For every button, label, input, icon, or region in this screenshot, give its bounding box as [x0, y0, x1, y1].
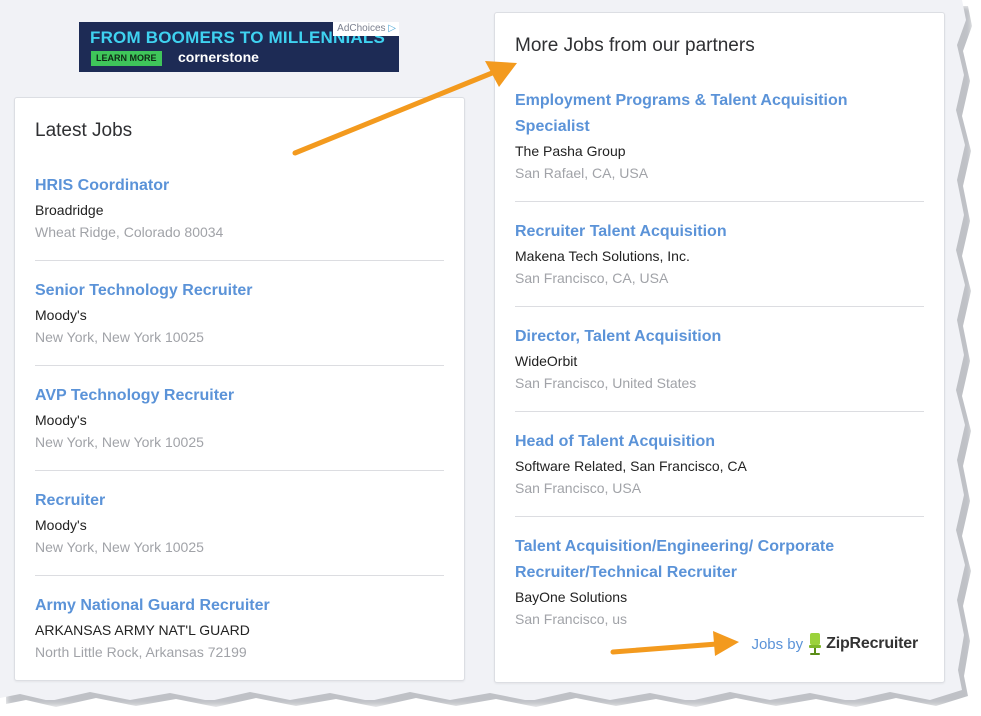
job-location: North Little Rock, Arkansas 72199	[35, 644, 247, 660]
ziprecruiter-chair-icon	[807, 632, 823, 656]
job-company: Makena Tech Solutions, Inc.	[515, 248, 690, 264]
list-item: Talent Acquisition/Engineering/ Corporat…	[515, 534, 924, 647]
list-item: Army National Guard Recruiter ARKANSAS A…	[35, 593, 444, 680]
job-title-link[interactable]: Director, Talent Acquisition	[515, 324, 924, 350]
job-location: San Francisco, United States	[515, 375, 697, 391]
job-location: New York, New York 10025	[35, 434, 204, 450]
partner-jobs-title: More Jobs from our partners	[515, 35, 755, 56]
screenshot-area: FROM BOOMERS TO MILLENNIALS LEARN MORE c…	[0, 0, 966, 700]
adchoices-badge[interactable]: AdChoices ▷	[333, 22, 399, 36]
list-item: Director, Talent Acquisition WideOrbit S…	[515, 324, 924, 412]
job-location: San Francisco, USA	[515, 480, 642, 496]
ziprecruiter-attribution-link[interactable]: Jobs by ZipRecruiter	[751, 632, 918, 656]
job-company: BayOne Solutions	[515, 589, 628, 605]
job-company: Broadridge	[35, 202, 104, 218]
job-location: New York, New York 10025	[35, 539, 204, 555]
adchoices-label: AdChoices	[337, 23, 386, 34]
job-title-link[interactable]: AVP Technology Recruiter	[35, 383, 444, 409]
jobs-by-label: Jobs by	[751, 635, 804, 653]
job-title-link[interactable]: HRIS Coordinator	[35, 173, 444, 199]
list-item: Head of Talent Acquisition Software Rela…	[515, 429, 924, 517]
job-title-link[interactable]: Recruiter Talent Acquisition	[515, 219, 924, 245]
job-location: San Rafael, CA, USA	[515, 165, 649, 181]
job-title-link[interactable]: Head of Talent Acquisition	[515, 429, 924, 455]
latest-jobs-title: Latest Jobs	[35, 120, 133, 141]
job-title-link[interactable]: Talent Acquisition/Engineering/ Corporat…	[515, 534, 924, 586]
partner-jobs-list: Employment Programs & Talent Acquisition…	[515, 88, 924, 664]
job-title-link[interactable]: Recruiter	[35, 488, 444, 514]
job-company: Software Related, San Francisco, CA	[515, 458, 747, 474]
job-company: ARKANSAS ARMY NAT'L GUARD	[35, 622, 250, 638]
job-company: Moody's	[35, 517, 87, 533]
adchoices-icon: ▷	[388, 23, 396, 34]
job-location: San Francisco, CA, USA	[515, 270, 669, 286]
job-location: San Francisco, us	[515, 611, 628, 627]
ziprecruiter-logo-text: ZipRecruiter	[826, 635, 918, 652]
ad-brand-logo: cornerstone	[178, 49, 259, 65]
job-location: Wheat Ridge, Colorado 80034	[35, 224, 224, 240]
list-item: Recruiter Talent Acquisition Makena Tech…	[515, 219, 924, 307]
latest-jobs-list: HRIS Coordinator Broadridge Wheat Ridge,…	[35, 173, 444, 697]
list-item: AVP Technology Recruiter Moody's New Yor…	[35, 383, 444, 471]
job-title-link[interactable]: Army National Guard Recruiter	[35, 593, 444, 619]
list-item: Employment Programs & Talent Acquisition…	[515, 88, 924, 202]
list-item: HRIS Coordinator Broadridge Wheat Ridge,…	[35, 173, 444, 261]
job-company: WideOrbit	[515, 353, 578, 369]
latest-jobs-panel: Latest Jobs HRIS Coordinator Broadridge …	[14, 97, 465, 681]
ad-banner[interactable]: FROM BOOMERS TO MILLENNIALS LEARN MORE c…	[79, 22, 399, 72]
job-title-link[interactable]: Employment Programs & Talent Acquisition…	[515, 88, 924, 140]
list-item: Senior Technology Recruiter Moody's New …	[35, 278, 444, 366]
job-location: New York, New York 10025	[35, 329, 204, 345]
job-company: Moody's	[35, 307, 87, 323]
list-item: Recruiter Moody's New York, New York 100…	[35, 488, 444, 576]
ad-learn-more-button[interactable]: LEARN MORE	[91, 51, 162, 66]
job-company: The Pasha Group	[515, 143, 626, 159]
job-company: Moody's	[35, 412, 87, 428]
partner-jobs-panel: More Jobs from our partners Employment P…	[494, 12, 945, 683]
job-title-link[interactable]: Senior Technology Recruiter	[35, 278, 444, 304]
